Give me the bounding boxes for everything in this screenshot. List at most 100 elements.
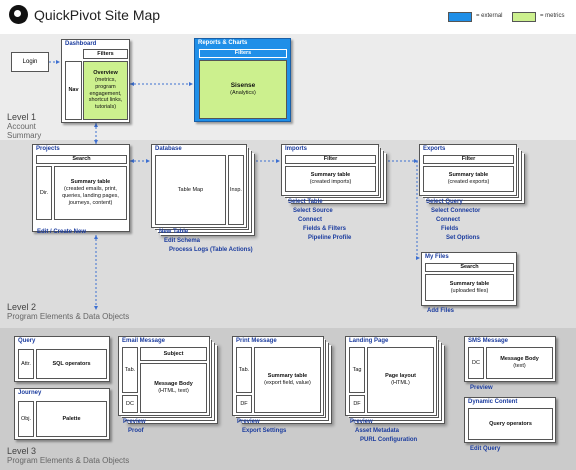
- email-dc[interactable]: DC: [122, 395, 138, 413]
- database-table-map[interactable]: Table Map: [155, 155, 226, 225]
- database-card[interactable]: Database Table Map Insp.: [151, 144, 247, 228]
- dashboard-card[interactable]: Dashboard Filters Nav Overview (metrics,…: [61, 39, 130, 123]
- sisense-title: Sisense: [230, 82, 256, 89]
- projects-title: Projects: [36, 146, 60, 152]
- projects-summary: Summary table (created emails, print, qu…: [54, 166, 127, 220]
- sms-card[interactable]: SMS Message DC Message Body (text): [464, 336, 556, 382]
- projects-dir[interactable]: Dir.: [36, 166, 52, 220]
- imports-link-1[interactable]: Select Source: [293, 208, 333, 214]
- landing-link-1[interactable]: Asset Metadata: [355, 428, 399, 434]
- imports-link-0[interactable]: Select Table: [288, 199, 323, 205]
- myfiles-card[interactable]: My Files Search Summary table (uploaded …: [421, 252, 517, 306]
- imports-summary-title: Summary table: [310, 172, 351, 179]
- exports-summary-text: (created exports): [447, 179, 490, 185]
- landing-layout-title: Page layout: [385, 373, 416, 380]
- email-card[interactable]: Email Message Subject Tab. DC Message Bo…: [118, 336, 210, 416]
- database-link-1[interactable]: Edit Schema: [164, 238, 200, 244]
- sms-preview-link[interactable]: Preview: [470, 385, 493, 391]
- journey-obj[interactable]: Obj.: [18, 401, 34, 437]
- reports-title: Reports & Charts: [198, 40, 248, 46]
- query-sql-operators[interactable]: SQL operators: [36, 349, 107, 379]
- landing-card[interactable]: Landing Page Tag DF Page layout (HTML): [345, 336, 437, 416]
- query-title: Query: [18, 338, 36, 344]
- database-insp[interactable]: Insp.: [228, 155, 244, 225]
- exports-link-1[interactable]: Select Connector: [431, 208, 480, 214]
- exports-summary: Summary table (created exports): [423, 166, 514, 192]
- journey-card[interactable]: Journey Obj. Palette: [14, 388, 110, 440]
- print-tab[interactable]: Tab.: [236, 347, 252, 393]
- reports-filters[interactable]: Filters: [199, 49, 287, 58]
- level-2-desc: Program Elements & Data Objects: [7, 312, 130, 321]
- email-link-1[interactable]: Proof: [128, 428, 144, 434]
- email-tab[interactable]: Tab.: [122, 347, 138, 393]
- sms-body-title: Message Body: [500, 356, 539, 363]
- myfiles-search[interactable]: Search: [425, 263, 514, 272]
- legend-external-swatch: [448, 12, 472, 22]
- sms-message-body: Message Body (text): [486, 347, 553, 379]
- reports-card[interactable]: Reports & Charts Filters Sisense (Analyt…: [194, 38, 291, 122]
- myfiles-summary-text: (uploaded files): [450, 287, 489, 294]
- exports-link-2[interactable]: Connect: [436, 217, 460, 223]
- print-link-1[interactable]: Export Settings: [242, 428, 286, 434]
- dynamic-edit-query-link[interactable]: Edit Query: [470, 446, 500, 452]
- database-link-0[interactable]: New Table: [159, 229, 188, 235]
- landing-page-layout: Page layout (HTML): [367, 347, 434, 413]
- dynamic-content-card[interactable]: Dynamic Content Query operators: [464, 397, 556, 443]
- journey-title: Journey: [18, 390, 42, 396]
- exports-link-4[interactable]: Set Options: [446, 235, 480, 241]
- exports-link-0[interactable]: Select Query: [426, 199, 463, 205]
- query-card[interactable]: Query Attr. SQL operators: [14, 336, 110, 382]
- imports-link-4[interactable]: Pipeline Profile: [308, 235, 351, 241]
- print-card[interactable]: Print Message Tab. DF Summary table (exp…: [232, 336, 324, 416]
- legend-metrics-label: = metrics: [540, 13, 565, 19]
- sms-dc[interactable]: DC: [468, 347, 484, 379]
- projects-search[interactable]: Search: [36, 155, 127, 164]
- exports-title: Exports: [423, 146, 446, 152]
- level-3-name: Level 3: [7, 446, 37, 456]
- imports-link-3[interactable]: Fields & Filters: [303, 226, 346, 232]
- myfiles-summary-title: Summary table: [449, 280, 490, 287]
- email-subject[interactable]: Subject: [140, 347, 207, 361]
- dynamic-title: Dynamic Content: [468, 399, 518, 405]
- level-2-label: Level 2 Program Elements & Data Objects: [7, 303, 130, 322]
- projects-edit-link[interactable]: Edit / Create New: [37, 229, 86, 235]
- legend-external-label: = external: [476, 13, 503, 19]
- email-message-body: Message Body (HTML, text): [140, 363, 207, 413]
- overview-text: (metrics, program engagement, shortcut l…: [88, 76, 123, 111]
- level-1-desc: Account Summary: [7, 122, 42, 140]
- print-title: Print Message: [236, 338, 277, 344]
- projects-card[interactable]: Projects Search Dir. Summary table (crea…: [32, 144, 130, 232]
- myfiles-add-link[interactable]: Add Files: [427, 308, 454, 314]
- sisense-sub: (Analytics): [230, 90, 256, 97]
- overview-title: Overview: [93, 69, 118, 76]
- landing-title: Landing Page: [349, 338, 389, 344]
- sms-body-text: (text): [513, 363, 526, 369]
- dynamic-query-operators[interactable]: Query operators: [468, 408, 553, 440]
- exports-link-3[interactable]: Fields: [441, 226, 458, 232]
- print-summary-title: Summary table: [267, 373, 308, 380]
- exports-card[interactable]: Exports Filter Summary table (created ex…: [419, 144, 517, 196]
- journey-palette[interactable]: Palette: [36, 401, 107, 437]
- myfiles-summary: Summary table (uploaded files): [425, 274, 514, 301]
- page-title: QuickPivot Site Map: [34, 7, 161, 23]
- dashboard-filters[interactable]: Filters: [83, 49, 128, 59]
- landing-link-2[interactable]: PURL Configuration: [360, 437, 417, 443]
- landing-df[interactable]: DF: [349, 395, 365, 413]
- landing-link-0[interactable]: Preview: [350, 419, 373, 425]
- print-df[interactable]: DF: [236, 395, 252, 413]
- imports-link-2[interactable]: Connect: [298, 217, 322, 223]
- level-3-desc: Program Elements & Data Objects: [7, 456, 130, 465]
- query-attr[interactable]: Attr.: [18, 349, 34, 379]
- email-link-0[interactable]: Preview: [123, 419, 146, 425]
- dashboard-nav[interactable]: Nav: [65, 61, 82, 120]
- email-body-text: (HTML, text): [158, 388, 189, 394]
- print-summary-text: (export field, value): [264, 380, 311, 386]
- level-3-label: Level 3 Program Elements & Data Objects: [7, 446, 130, 466]
- database-link-2[interactable]: Process Logs (Table Actions): [169, 247, 253, 253]
- login-box[interactable]: Login: [11, 52, 49, 72]
- print-link-0[interactable]: Preview: [237, 419, 260, 425]
- landing-tag[interactable]: Tag: [349, 347, 365, 393]
- imports-card[interactable]: Imports Filter Summary table (created im…: [281, 144, 379, 196]
- exports-filter[interactable]: Filter: [423, 155, 514, 164]
- imports-filter[interactable]: Filter: [285, 155, 376, 164]
